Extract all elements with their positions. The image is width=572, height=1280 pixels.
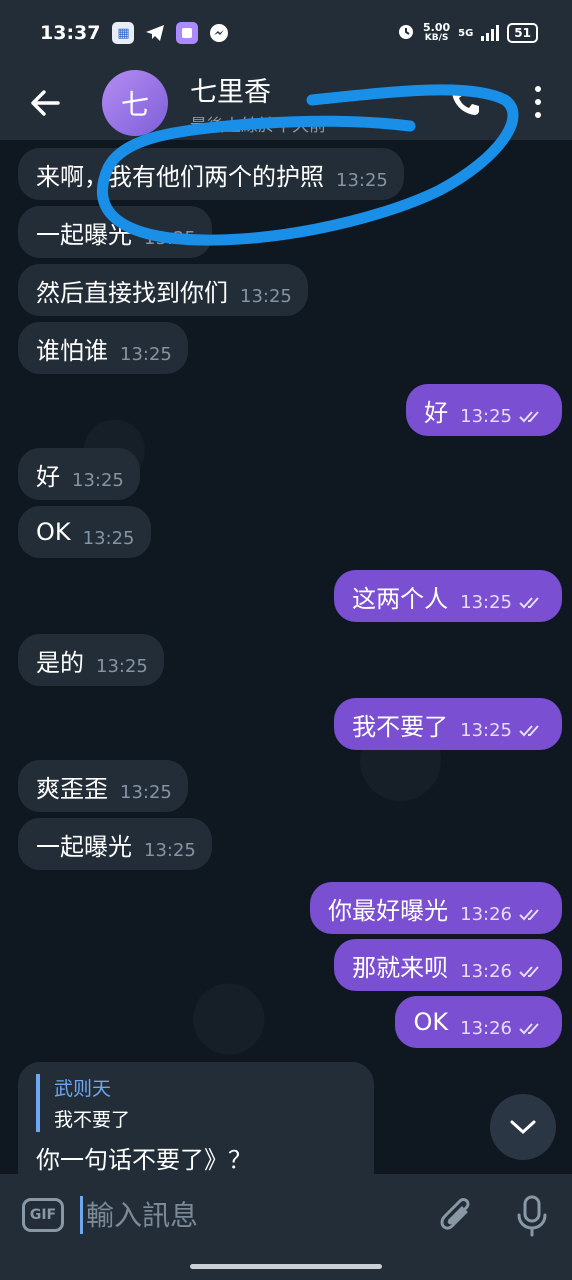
double-check-icon: [519, 1023, 539, 1035]
chat-title: 七里香: [190, 77, 271, 108]
message-bubble-outgoing[interactable]: 你最好曝光 13:26: [310, 882, 562, 934]
chat-area[interactable]: 来啊，我有他们两个的护照 13:25 一起曝光 13:25 然后直接找到你们 1…: [0, 140, 572, 1174]
gallery-icon: [176, 22, 199, 44]
message-bubble-outgoing[interactable]: OK 13:26: [395, 996, 562, 1048]
app-icon: ▦: [112, 22, 135, 44]
dot-icon: [535, 112, 541, 119]
message-bubble-incoming[interactable]: 谁怕谁 13:25: [18, 322, 188, 374]
signal-icon: [481, 25, 500, 41]
message-input-bar: GIF: [0, 1174, 572, 1280]
double-check-icon: [519, 966, 539, 978]
dot-icon: [535, 85, 541, 92]
message-bubble-incoming[interactable]: 来啊，我有他们两个的护照 13:25: [18, 148, 404, 200]
chat-title-block[interactable]: 七里香 最後上線於不久前: [190, 70, 326, 136]
microphone-icon: [517, 1195, 547, 1237]
quoted-author: 武则天: [54, 1078, 112, 1100]
telegram-icon: [144, 22, 166, 44]
navigation-handle[interactable]: [190, 1264, 382, 1269]
message-bubble-incoming[interactable]: 一起曝光 13:25: [18, 818, 212, 870]
reply-message-bubble[interactable]: 武则天 我不要了 你一句话不要了》？: [18, 1062, 374, 1174]
quoted-message[interactable]: 武则天 我不要了: [36, 1074, 356, 1132]
chevron-down-icon: [510, 1120, 536, 1135]
message-input[interactable]: [86, 1194, 406, 1236]
gif-button[interactable]: GIF: [22, 1198, 64, 1232]
message-bubble-incoming[interactable]: 一起曝光 13:25: [18, 206, 212, 258]
message-bubble-outgoing[interactable]: 我不要了 13:25: [334, 698, 562, 750]
double-check-icon: [519, 597, 539, 609]
status-bar: 13:37 ▦ 5.00 KB/S 5G 51: [0, 0, 572, 66]
message-bubble-outgoing[interactable]: 好 13:25: [406, 384, 562, 436]
call-button[interactable]: [448, 84, 482, 118]
message-bubble-outgoing[interactable]: 这两个人 13:25: [334, 570, 562, 622]
chat-header: 七 七里香 最後上線於不久前: [0, 66, 572, 140]
microphone-button[interactable]: [514, 1194, 550, 1238]
text-cursor: [80, 1196, 83, 1234]
last-seen-status: 最後上線於不久前: [190, 116, 326, 136]
status-app-icons: ▦: [112, 22, 230, 44]
network-speed: 5.00 KB/S: [422, 21, 451, 43]
double-check-icon: [519, 725, 539, 737]
network-type: 5G: [458, 27, 474, 39]
messenger-icon: [208, 22, 230, 44]
message-bubble-incoming[interactable]: OK 13:25: [18, 506, 151, 558]
message-bubble-incoming[interactable]: 好 13:25: [18, 448, 140, 500]
message-bubble-incoming[interactable]: 然后直接找到你们 13:25: [18, 264, 308, 316]
attach-button[interactable]: [436, 1194, 476, 1238]
alarm-icon: [397, 22, 415, 44]
arrow-left-icon: [31, 90, 60, 116]
double-check-icon: [519, 909, 539, 921]
double-check-icon: [519, 411, 539, 423]
message-bubble-incoming[interactable]: 是的 13:25: [18, 634, 164, 686]
paperclip-icon: [440, 1198, 470, 1230]
phone-icon: [452, 88, 479, 115]
back-button[interactable]: [0, 66, 90, 140]
reply-text: 你一句话不要了》？: [36, 1146, 252, 1174]
battery-indicator: 51: [507, 23, 538, 43]
dot-icon: [535, 98, 541, 105]
avatar[interactable]: 七: [102, 70, 168, 136]
more-menu-button[interactable]: [528, 82, 548, 122]
message-bubble-outgoing[interactable]: 那就来呗 13:26: [334, 939, 562, 991]
status-indicators: 5.00 KB/S 5G 51: [397, 22, 538, 44]
quoted-text: 我不要了: [54, 1109, 131, 1131]
scroll-down-button[interactable]: [490, 1094, 556, 1160]
message-bubble-incoming[interactable]: 爽歪歪 13:25: [18, 760, 188, 812]
status-time: 13:37: [40, 22, 101, 44]
